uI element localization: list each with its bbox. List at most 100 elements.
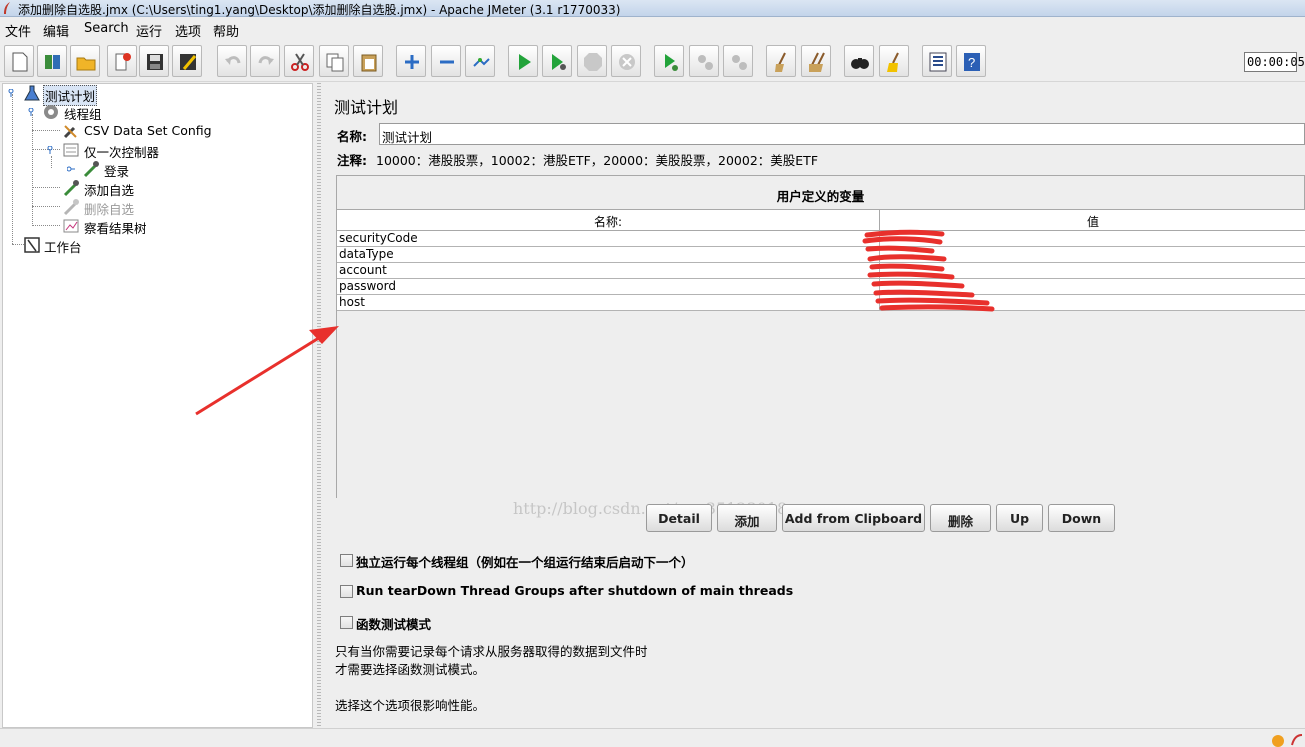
svg-text:?: ?	[968, 55, 975, 70]
add-button[interactable]: 添加	[717, 504, 777, 532]
cut-button[interactable]	[284, 45, 314, 77]
teardown-on-shutdown-label: Run tearDown Thread Groups after shutdow…	[356, 583, 794, 598]
redaction-scribble	[862, 229, 995, 312]
window-title: 添加删除自选股.jmx (C:\Users\ting1.yang\Desktop…	[18, 3, 621, 17]
clear-icon	[775, 52, 786, 72]
shutdown-button[interactable]	[611, 45, 641, 77]
expand-button[interactable]	[396, 45, 426, 77]
menu-help[interactable]: 帮助	[213, 21, 239, 40]
tree-node-label: 工作台	[44, 240, 82, 255]
table-row[interactable]: host	[337, 295, 1305, 311]
table-row[interactable]: account	[337, 263, 1305, 279]
search-button[interactable]	[844, 45, 874, 77]
redo-icon	[258, 56, 274, 65]
paste-button[interactable]	[353, 45, 383, 77]
new-button[interactable]	[4, 45, 34, 77]
variable-name-cell[interactable]: host	[338, 295, 880, 311]
function-helper-icon	[929, 52, 947, 72]
workbench-icon	[24, 237, 40, 253]
down-button[interactable]: Down	[1048, 504, 1115, 532]
reset-search-icon	[887, 52, 899, 72]
stop-button[interactable]	[577, 45, 607, 77]
column-header-name[interactable]: 名称:	[337, 210, 880, 231]
close-button[interactable]	[107, 45, 137, 77]
remote-exit-button[interactable]	[723, 45, 753, 77]
toolbar: ?	[0, 42, 1305, 82]
stop-icon	[584, 53, 602, 71]
user-defined-variables: 用户定义的变量 名称: 值 securityCode dataType acco…	[336, 175, 1305, 518]
delete-button[interactable]: 删除	[930, 504, 991, 532]
remote-start-button[interactable]	[654, 45, 684, 77]
save-button[interactable]	[139, 45, 169, 77]
menu-edit[interactable]: 编辑	[43, 21, 69, 40]
save-as-button[interactable]	[172, 45, 202, 77]
clear-button[interactable]	[766, 45, 796, 77]
function-helper-button[interactable]	[922, 45, 952, 77]
shutdown-icon	[619, 54, 635, 70]
teardown-on-shutdown-checkbox[interactable]	[340, 585, 353, 598]
table-row[interactable]: password	[337, 279, 1305, 295]
variable-name-cell[interactable]: account	[338, 263, 880, 279]
tree-expand-key[interactable]	[67, 165, 75, 173]
collapse-button[interactable]	[431, 45, 461, 77]
split-pane-divider[interactable]	[314, 83, 324, 728]
divider-grip	[317, 83, 321, 728]
flask-icon	[24, 85, 40, 101]
open-button[interactable]	[70, 45, 100, 77]
comment-row: 注释: 10000：港股股票，10002：港股ETF，20000：美股股票，20…	[336, 147, 1305, 169]
status-bar	[0, 728, 1305, 747]
close-icon	[115, 53, 131, 71]
tree-node-label: 删除自选	[84, 202, 135, 217]
pipette-icon	[63, 180, 79, 197]
tree-node-label: CSV Data Set Config	[84, 123, 212, 138]
reset-search-button[interactable]	[879, 45, 909, 77]
templates-button[interactable]	[37, 45, 67, 77]
help-button[interactable]: ?	[956, 45, 986, 77]
name-field[interactable]: 测试计划	[379, 123, 1305, 145]
table-header: 名称: 值	[337, 210, 1305, 231]
pipette-icon	[63, 199, 79, 216]
variables-title: 用户定义的变量	[776, 189, 865, 204]
serialize-thread-groups-checkbox[interactable]	[340, 554, 353, 567]
undo-button[interactable]	[217, 45, 247, 77]
toggle-button[interactable]	[465, 45, 495, 77]
start-button[interactable]	[508, 45, 538, 77]
menu-run[interactable]: 运行	[136, 21, 162, 40]
comment-label: 注释:	[337, 153, 367, 168]
variable-name-cell[interactable]: securityCode	[338, 231, 880, 247]
help-icon: ?	[964, 53, 980, 71]
open-icon	[76, 57, 96, 71]
redo-button[interactable]	[250, 45, 280, 77]
new-icon	[12, 52, 28, 72]
serialize-thread-groups-label: 独立运行每个线程组（例如在一个组运行结束后启动下一个）	[356, 555, 694, 570]
menu-file[interactable]: 文件	[5, 21, 31, 40]
copy-icon	[326, 53, 344, 72]
column-header-value[interactable]: 值	[880, 210, 1305, 231]
menu-options[interactable]: 选项	[175, 21, 201, 40]
elapsed-timer: 00:00:05	[1244, 52, 1305, 72]
clear-all-icon	[809, 52, 825, 72]
table-row[interactable]: dataType	[337, 247, 1305, 263]
tree-expand-key[interactable]	[27, 108, 35, 116]
start-no-pause-button[interactable]	[542, 45, 572, 77]
tree-expand-key[interactable]	[46, 146, 54, 154]
tree-expand-key[interactable]	[7, 89, 15, 97]
functional-mode-note: 只有当你需要记录每个请求从服务器取得的数据到文件时	[335, 644, 648, 659]
detail-button[interactable]: Detail	[646, 504, 712, 532]
variable-name-cell[interactable]: password	[338, 279, 880, 295]
menu-search[interactable]: Search	[84, 21, 129, 36]
remote-stop-button[interactable]	[689, 45, 719, 77]
performance-warning-note: 选择这个选项很影响性能。	[335, 698, 486, 713]
up-button[interactable]: Up	[996, 504, 1043, 532]
functional-test-mode-checkbox[interactable]	[340, 616, 353, 629]
copy-button[interactable]	[319, 45, 349, 77]
clear-all-button[interactable]	[801, 45, 831, 77]
table-row[interactable]: securityCode	[337, 231, 1305, 247]
name-row: 名称: 测试计划	[336, 123, 1305, 145]
wrench-icon	[63, 125, 77, 139]
gear-icon	[44, 105, 58, 119]
comment-field[interactable]: 10000：港股股票，10002：港股ETF，20000：美股股票，20002：…	[376, 150, 818, 169]
functional-test-mode-label: 函数测试模式	[356, 617, 432, 632]
add-from-clipboard-button[interactable]: Add from Clipboard	[782, 504, 925, 532]
variable-name-cell[interactable]: dataType	[338, 247, 880, 263]
